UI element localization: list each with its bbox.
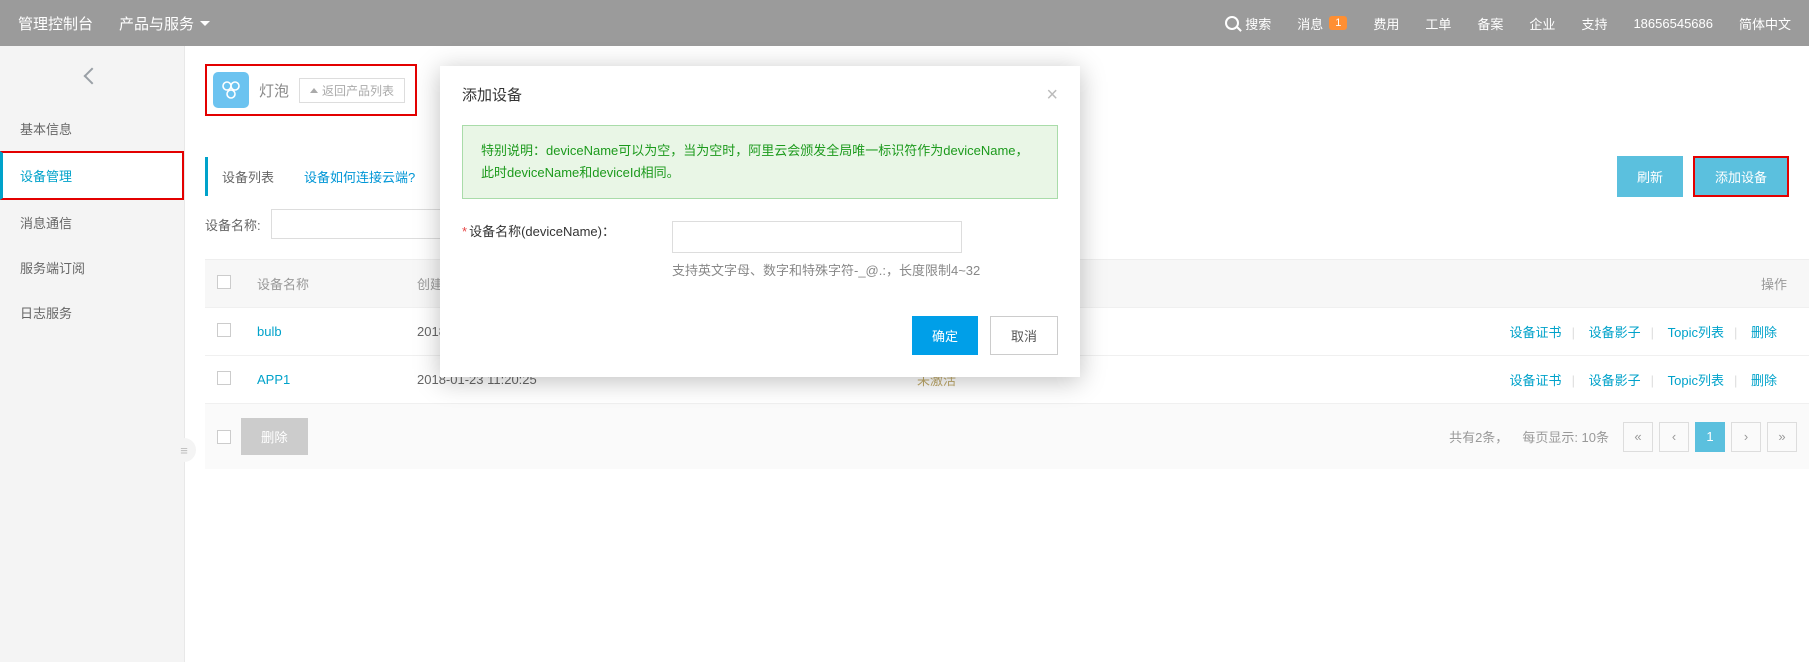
total-count: 共有2条， <box>1449 427 1508 446</box>
row-ops: 设备证书| 设备影子| Topic列表| 删除 <box>1377 370 1797 389</box>
products-menu[interactable]: 产品与服务 <box>119 13 210 34</box>
device-name-hint: 支持英文字母、数字和特殊字符-_@.:，长度限制4~32 <box>672 261 992 282</box>
messages-label: 消息 <box>1297 14 1323 33</box>
search-label: 搜索 <box>1245 14 1271 33</box>
messages-badge: 1 <box>1329 16 1347 30</box>
brand-label[interactable]: 管理控制台 <box>18 13 93 34</box>
add-device-button[interactable]: 添加设备 <box>1693 156 1789 197</box>
nav-enterprise[interactable]: 企业 <box>1529 14 1555 33</box>
add-device-modal: 添加设备 × 特别说明：deviceName可以为空，当为空时，阿里云会颁发全局… <box>440 66 1080 377</box>
sidebar-item-log[interactable]: 日志服务 <box>0 290 184 335</box>
modal-title: 添加设备 <box>462 84 522 105</box>
sidebar-item-device-manage[interactable]: 设备管理 <box>0 151 184 200</box>
sidebar-item-message[interactable]: 消息通信 <box>0 200 184 245</box>
account-phone[interactable]: 18656545686 <box>1633 16 1713 31</box>
back-label: 返回产品列表 <box>322 82 394 99</box>
up-arrow-icon <box>310 88 318 93</box>
products-label: 产品与服务 <box>119 13 194 34</box>
row-checkbox[interactable] <box>217 371 231 385</box>
page-first[interactable]: « <box>1623 422 1653 452</box>
batch-delete-button[interactable]: 删除 <box>241 418 308 455</box>
pagination: « ‹ 1 › » <box>1623 422 1797 452</box>
link-how-to-connect[interactable]: 设备如何连接云端? <box>304 167 415 186</box>
sidebar: 基本信息 设备管理 消息通信 服务端订阅 日志服务 ≡ <box>0 46 185 662</box>
op-shadow[interactable]: 设备影子 <box>1589 373 1641 388</box>
language-switch[interactable]: 简体中文 <box>1739 14 1791 33</box>
sidebar-item-basic[interactable]: 基本信息 <box>0 106 184 151</box>
nav-beian[interactable]: 备案 <box>1477 14 1503 33</box>
row-checkbox[interactable] <box>217 323 231 337</box>
nav-ticket[interactable]: 工单 <box>1425 14 1451 33</box>
select-all-checkbox[interactable] <box>217 275 231 289</box>
nav-billing[interactable]: 费用 <box>1373 14 1399 33</box>
messages-button[interactable]: 消息 1 <box>1297 14 1347 33</box>
table-footer: 删除 共有2条， 每页显示: 10条 « ‹ 1 › » <box>205 404 1809 469</box>
modal-notice: 特别说明：deviceName可以为空，当为空时，阿里云会颁发全局唯一标识符作为… <box>462 125 1058 199</box>
page-prev[interactable]: ‹ <box>1659 422 1689 452</box>
caret-down-icon <box>200 21 210 26</box>
product-header: 灯泡 返回产品列表 <box>205 64 417 116</box>
topbar: 管理控制台 产品与服务 搜索 消息 1 费用 工单 备案 企业 支持 18656… <box>0 0 1809 46</box>
op-topic[interactable]: Topic列表 <box>1668 373 1724 388</box>
per-page-label: 每页显示: 10条 <box>1522 427 1609 446</box>
back-to-products-button[interactable]: 返回产品列表 <box>299 78 405 103</box>
device-name-label: *设备名称(deviceName)： <box>462 221 672 253</box>
filter-label: 设备名称: <box>205 215 261 234</box>
close-icon[interactable]: × <box>1046 85 1058 105</box>
op-topic[interactable]: Topic列表 <box>1668 325 1724 340</box>
product-icon <box>213 72 249 108</box>
op-cert[interactable]: 设备证书 <box>1510 373 1562 388</box>
device-name-link[interactable]: bulb <box>257 324 282 339</box>
confirm-button[interactable]: 确定 <box>912 316 978 355</box>
search-icon <box>1225 16 1239 30</box>
required-marker: * <box>462 224 467 239</box>
tab-device-list[interactable]: 设备列表 <box>205 157 274 196</box>
sidebar-back-button[interactable] <box>0 46 184 106</box>
sidebar-item-subscribe[interactable]: 服务端订阅 <box>0 245 184 290</box>
page-number[interactable]: 1 <box>1695 422 1725 452</box>
col-name-header: 设备名称 <box>257 274 417 293</box>
product-name: 灯泡 <box>259 80 289 101</box>
device-name-link[interactable]: APP1 <box>257 372 290 387</box>
refresh-button[interactable]: 刷新 <box>1617 156 1683 197</box>
device-name-input[interactable] <box>672 221 962 253</box>
footer-select-all-checkbox[interactable] <box>217 430 231 444</box>
nav-support[interactable]: 支持 <box>1581 14 1607 33</box>
cancel-button[interactable]: 取消 <box>990 316 1058 355</box>
op-shadow[interactable]: 设备影子 <box>1589 325 1641 340</box>
op-delete[interactable]: 删除 <box>1751 373 1777 388</box>
page-next[interactable]: › <box>1731 422 1761 452</box>
chevron-left-icon <box>84 68 101 85</box>
col-ops-header: 操作 <box>1377 274 1797 293</box>
op-cert[interactable]: 设备证书 <box>1510 325 1562 340</box>
search-button[interactable]: 搜索 <box>1225 14 1271 33</box>
op-delete[interactable]: 删除 <box>1751 325 1777 340</box>
row-ops: 设备证书| 设备影子| Topic列表| 删除 <box>1377 322 1797 341</box>
page-last[interactable]: » <box>1767 422 1797 452</box>
